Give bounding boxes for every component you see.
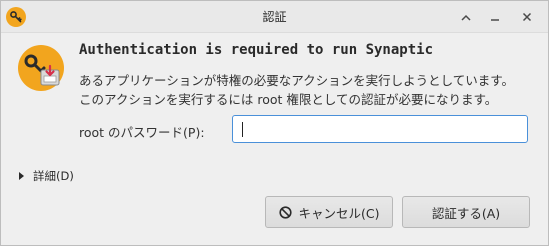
cancel-button[interactable]: キャンセル(C): [265, 196, 393, 228]
titlebar[interactable]: 認証: [1, 1, 548, 33]
cancel-button-label: キャンセル(C): [298, 205, 380, 221]
expander-arrow-icon: [19, 172, 24, 180]
password-key-icon: [17, 44, 65, 92]
close-icon[interactable]: [516, 6, 538, 28]
authenticate-button-label: 認証する(A): [431, 205, 501, 221]
text-cursor: [242, 122, 243, 137]
description-line-2: このアクションを実行するには root 権限としての認証が必要になります。: [79, 92, 498, 107]
password-field[interactable]: [232, 115, 528, 143]
dialog-heading: Authentication is required to run Synapt…: [79, 42, 434, 58]
chevron-up-icon[interactable]: [455, 6, 477, 28]
description-line-1: あるアプリケーションが特権の必要なアクションを実行しようとしています。: [79, 73, 515, 88]
details-label: 詳細(D): [33, 169, 74, 183]
cancel-icon: [278, 205, 292, 219]
details-expander[interactable]: 詳細(D): [19, 168, 74, 184]
password-label: root のパスワード(P):: [79, 125, 205, 140]
minimize-icon[interactable]: [484, 6, 506, 28]
authenticate-button[interactable]: 認証する(A): [402, 196, 530, 228]
auth-dialog-window: 認証 Authentication is required to run Syn…: [0, 0, 549, 246]
